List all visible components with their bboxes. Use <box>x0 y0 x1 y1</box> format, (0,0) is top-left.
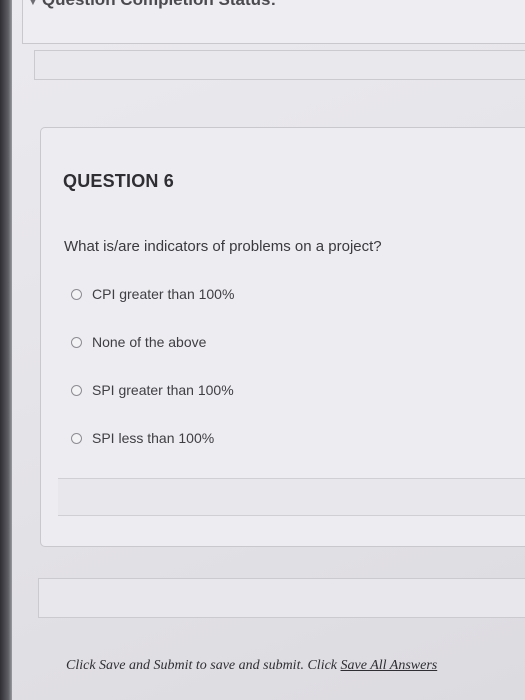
assessment-page: ▼ Question Completion Status: QUESTION 6… <box>0 0 525 700</box>
answer-option-label: SPI greater than 100% <box>92 382 234 398</box>
save-instructions-text: Click Save and Submit to save and submit… <box>66 658 341 673</box>
save-instructions: Click Save and Submit to save and submit… <box>66 658 437 674</box>
question-heading: QUESTION 6 <box>63 171 175 191</box>
completion-status-header[interactable]: ▼ Question Completion Status: <box>28 0 276 10</box>
completion-status-label: Question Completion Status: <box>42 0 276 10</box>
answer-option-label: None of the above <box>92 334 207 350</box>
answer-option-spi-less[interactable]: SPI less than 100% <box>71 430 214 446</box>
save-all-answers-link[interactable]: Save All Answers <box>341 658 438 673</box>
screen-edge <box>0 0 12 700</box>
radio-button-icon[interactable] <box>71 336 82 348</box>
question-footer <box>58 478 525 516</box>
radio-button-icon[interactable] <box>71 432 82 444</box>
status-strip <box>34 50 525 80</box>
answer-option-cpi-greater[interactable]: CPI greater than 100% <box>71 286 234 302</box>
answer-option-label: CPI greater than 100% <box>92 286 235 302</box>
question-prompt: What is/are indicators of problems on a … <box>64 238 382 255</box>
next-question-panel <box>38 578 525 618</box>
radio-button-icon[interactable] <box>71 384 82 396</box>
answer-option-spi-greater[interactable]: SPI greater than 100% <box>71 382 234 398</box>
answer-option-none[interactable]: None of the above <box>71 334 206 350</box>
chevron-down-icon[interactable]: ▼ <box>28 0 38 8</box>
radio-button-icon[interactable] <box>71 288 82 300</box>
answer-option-label: SPI less than 100% <box>92 430 215 446</box>
